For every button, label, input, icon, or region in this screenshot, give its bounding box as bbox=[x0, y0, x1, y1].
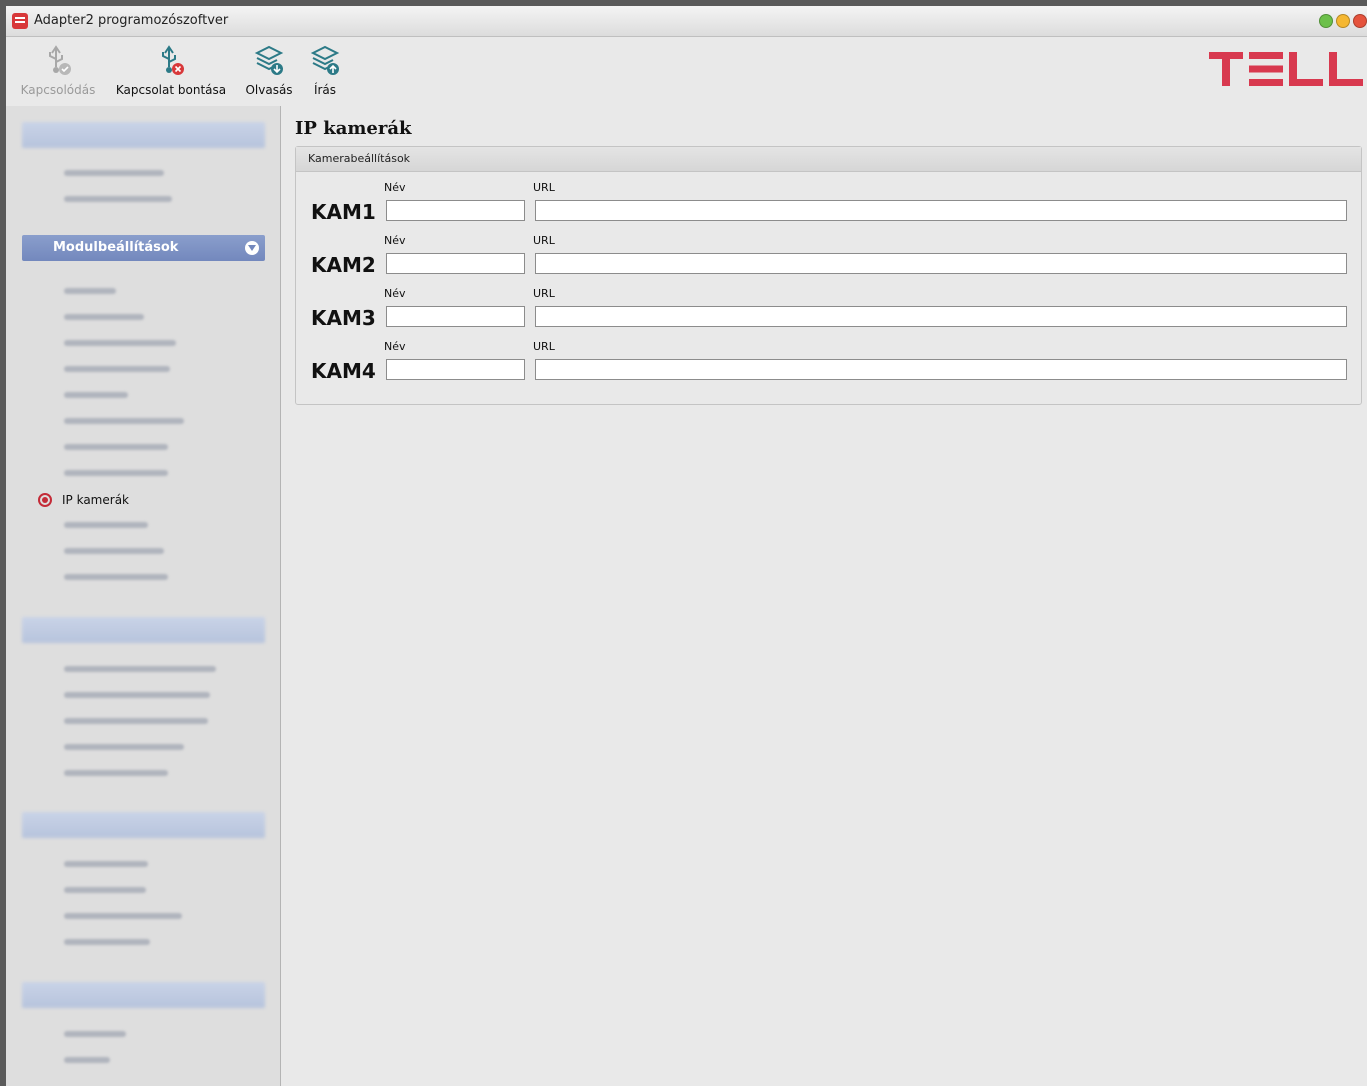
sidebar-item[interactable] bbox=[64, 666, 216, 672]
sidebar-item[interactable] bbox=[64, 366, 170, 372]
sidebar-item[interactable] bbox=[64, 913, 182, 919]
sidebar-item[interactable] bbox=[64, 470, 168, 476]
url-label: URL bbox=[533, 340, 555, 353]
close-button[interactable] bbox=[1353, 14, 1367, 28]
camera-label: KAM2 bbox=[311, 253, 376, 277]
sidebar-item[interactable] bbox=[64, 444, 168, 450]
url-label: URL bbox=[533, 234, 555, 247]
usb-check-icon bbox=[49, 45, 71, 75]
window-controls bbox=[1319, 14, 1367, 28]
sidebar-item[interactable] bbox=[64, 861, 148, 867]
panel-title: Kamerabeállítások bbox=[296, 147, 1361, 172]
sidebar-item[interactable] bbox=[64, 770, 168, 776]
camera-label: KAM1 bbox=[311, 200, 376, 224]
name-label: Név bbox=[384, 181, 406, 194]
read-button[interactable]: Olvasás bbox=[243, 43, 295, 97]
sidebar-section-5[interactable] bbox=[22, 982, 265, 1008]
write-button[interactable]: Írás bbox=[303, 43, 347, 97]
camera-name-input[interactable] bbox=[386, 253, 525, 274]
sidebar-item-ip-kamerak[interactable]: IP kamerák bbox=[38, 492, 129, 508]
camera-row-kam3: Név URL KAM3 bbox=[296, 287, 1361, 340]
write-label: Írás bbox=[313, 83, 337, 97]
sidebar-section-label: Modulbeállítások bbox=[53, 240, 179, 255]
sidebar-item[interactable] bbox=[64, 548, 164, 554]
connect-label: Kapcsolódás bbox=[20, 83, 96, 97]
sidebar-item[interactable] bbox=[64, 418, 184, 424]
camera-url-input[interactable] bbox=[535, 200, 1347, 221]
layers-upload-icon bbox=[310, 45, 340, 75]
main-content: IP kamerák Kamerabeállítások Név URL KAM… bbox=[281, 106, 1367, 1086]
sidebar-section-1[interactable] bbox=[22, 122, 265, 148]
app-icon bbox=[12, 13, 28, 29]
url-label: URL bbox=[533, 181, 555, 194]
sidebar-item[interactable] bbox=[64, 288, 116, 294]
sidebar-section-modulbeallitasok[interactable]: Modulbeállítások bbox=[22, 235, 265, 261]
app-window: Adapter2 programozószoftver Kapcsolódás bbox=[6, 6, 1367, 1086]
camera-label: KAM4 bbox=[311, 359, 376, 383]
usb-x-icon bbox=[162, 45, 184, 75]
disconnect-button[interactable]: Kapcsolat bontása bbox=[112, 43, 230, 97]
camera-row-kam4: Név URL KAM4 bbox=[296, 340, 1361, 393]
sidebar-item[interactable] bbox=[64, 170, 164, 176]
sidebar-item[interactable] bbox=[64, 718, 208, 724]
sidebar-item[interactable] bbox=[64, 692, 210, 698]
read-label: Olvasás bbox=[245, 83, 293, 97]
camera-settings-panel: Kamerabeállítások Név URL KAM1 Név URL K… bbox=[295, 146, 1362, 405]
sidebar-item[interactable] bbox=[64, 392, 128, 398]
name-label: Név bbox=[384, 340, 406, 353]
url-label: URL bbox=[533, 287, 555, 300]
sidebar-item[interactable] bbox=[64, 340, 176, 346]
title-bar: Adapter2 programozószoftver bbox=[6, 6, 1367, 37]
camera-name-input[interactable] bbox=[386, 306, 525, 327]
tell-logo bbox=[1209, 52, 1363, 86]
sidebar-section-4[interactable] bbox=[22, 812, 265, 838]
camera-url-input[interactable] bbox=[535, 359, 1347, 380]
camera-row-kam1: Név URL KAM1 bbox=[296, 181, 1361, 234]
sidebar-item[interactable] bbox=[64, 744, 184, 750]
sidebar-item[interactable] bbox=[64, 314, 144, 320]
sidebar-item[interactable] bbox=[64, 574, 168, 580]
sidebar-item[interactable] bbox=[64, 1057, 110, 1063]
minimize-button[interactable] bbox=[1336, 14, 1350, 28]
camera-row-kam2: Név URL KAM2 bbox=[296, 234, 1361, 287]
disconnect-label: Kapcsolat bontása bbox=[115, 83, 227, 97]
radio-selected-icon bbox=[38, 493, 52, 507]
sidebar-item[interactable] bbox=[64, 522, 148, 528]
toolbar: Kapcsolódás Kapcsolat bontása Olvasás Ír… bbox=[6, 37, 1367, 107]
name-label: Név bbox=[384, 234, 406, 247]
sidebar-item[interactable] bbox=[64, 939, 150, 945]
chevron-down-icon bbox=[245, 241, 259, 255]
sidebar-section-3[interactable] bbox=[22, 617, 265, 643]
camera-url-input[interactable] bbox=[535, 306, 1347, 327]
maximize-button[interactable] bbox=[1319, 14, 1333, 28]
page-title: IP kamerák bbox=[295, 118, 412, 139]
sidebar-item[interactable] bbox=[64, 196, 172, 202]
sidebar-item[interactable] bbox=[64, 887, 146, 893]
layers-download-icon bbox=[254, 45, 284, 75]
sidebar-item[interactable] bbox=[64, 1031, 126, 1037]
camera-name-input[interactable] bbox=[386, 200, 525, 221]
sidebar: Modulbeállítások IP kamerák bbox=[6, 106, 281, 1086]
camera-label: KAM3 bbox=[311, 306, 376, 330]
connect-button[interactable]: Kapcsolódás bbox=[12, 43, 104, 97]
window-title: Adapter2 programozószoftver bbox=[34, 13, 229, 28]
camera-url-input[interactable] bbox=[535, 253, 1347, 274]
camera-name-input[interactable] bbox=[386, 359, 525, 380]
sidebar-item-label: IP kamerák bbox=[62, 493, 129, 507]
name-label: Név bbox=[384, 287, 406, 300]
